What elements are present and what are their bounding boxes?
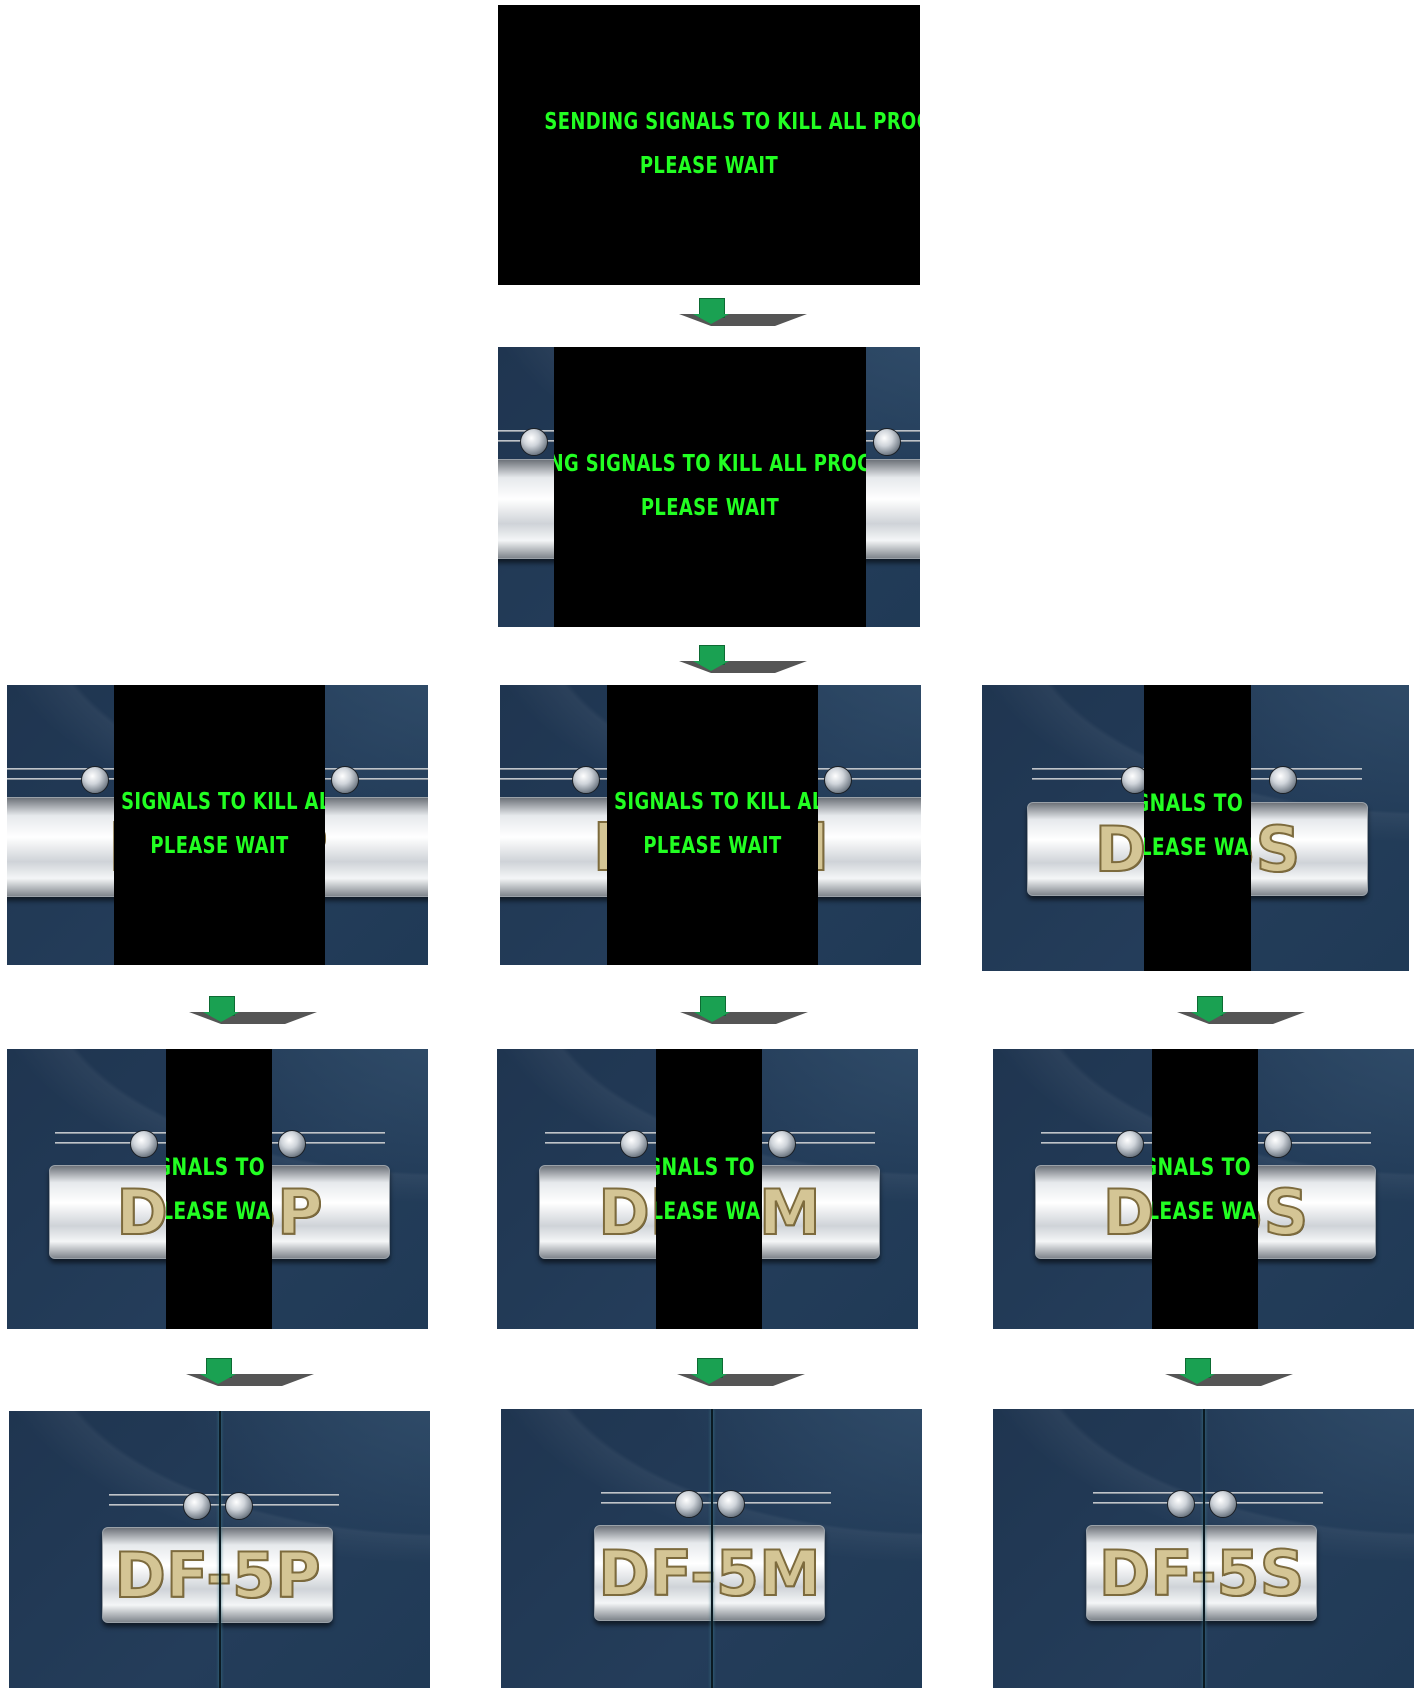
center-seam <box>1203 1409 1205 1688</box>
knob-icon <box>1269 766 1297 794</box>
black-overlay: SENDING SIGNALS TO KILL ALL PROCESSES PL… <box>607 685 818 965</box>
knob-icon <box>873 428 901 456</box>
knob-icon <box>183 1492 211 1520</box>
frame-5m-stage2: DF-5M SENDING SIGNALS TO KILL ALL PROCES… <box>497 1049 918 1329</box>
model-plate: DF-5P <box>102 1527 333 1623</box>
down-arrow-icon <box>189 996 317 1026</box>
knob-icon <box>81 766 109 794</box>
frame-opening: DF-5P SENDING SIGNALS TO KILL ALL PROCES… <box>498 347 920 627</box>
knob-icon <box>824 766 852 794</box>
message-line2: PLEASE WAIT <box>1152 1197 1258 1225</box>
down-arrow-icon <box>1177 996 1305 1026</box>
down-arrow-icon <box>186 1358 314 1388</box>
black-overlay: SENDING SIGNALS TO KILL ALL PROCESSES PL… <box>114 685 325 965</box>
message-line1: SENDING SIGNALS TO KILL ALL PROCESSES <box>656 1153 762 1181</box>
message-line2: PLEASE WAIT <box>166 1197 272 1225</box>
message-line2: PLEASE WAIT <box>643 833 782 859</box>
center-seam <box>711 1409 713 1688</box>
message-line1: SENDING SIGNALS TO KILL ALL PROCESSES <box>607 789 818 815</box>
message-line1: SENDING SIGNALS TO KILL ALL PROCESSES <box>1152 1153 1258 1181</box>
frame-5m-stage1: DF-5M SENDING SIGNALS TO KILL ALL PROCES… <box>500 685 921 965</box>
message-line2: PLEASE WAIT <box>656 1197 762 1225</box>
frame-5s-stage2: DF-5S SENDING SIGNALS TO KILL ALL PROCES… <box>993 1049 1414 1329</box>
knob-icon <box>675 1490 703 1518</box>
black-overlay: SENDING SIGNALS TO KILL ALL PROCESSES PL… <box>656 1049 762 1329</box>
black-overlay: SENDING SIGNALS TO KILL ALL PROCESSES PL… <box>1152 1049 1258 1329</box>
center-seam <box>219 1411 221 1688</box>
down-arrow-icon <box>679 298 807 328</box>
message-line1: SENDING SIGNALS TO KILL ALL PROCESSES <box>544 109 920 135</box>
knob-icon <box>572 766 600 794</box>
knob-icon <box>1167 1490 1195 1518</box>
knob-icon <box>768 1130 796 1158</box>
message-line1: SENDING SIGNALS TO KILL ALL PROCESSES <box>166 1153 272 1181</box>
knob-icon <box>225 1492 253 1520</box>
black-overlay: SENDING SIGNALS TO KILL ALL PROCESSES PL… <box>166 1049 272 1329</box>
frame-5p-final: DF-5P <box>9 1411 430 1688</box>
down-arrow-icon <box>1165 1358 1293 1388</box>
message-line2: PLEASE WAIT <box>639 153 779 179</box>
knob-icon <box>1116 1130 1144 1158</box>
message-line1: SENDING SIGNALS TO KILL ALL PROCESSES <box>1144 789 1251 817</box>
rail <box>1093 1502 1323 1504</box>
frame-initial: SENDING SIGNALS TO KILL ALL PROCESSES PL… <box>498 5 920 285</box>
down-arrow-icon <box>679 645 807 675</box>
rail <box>1093 1492 1323 1494</box>
knob-icon <box>331 766 359 794</box>
down-arrow-icon <box>680 996 808 1026</box>
knob-icon <box>717 1490 745 1518</box>
message-line1: SENDING SIGNALS TO KILL ALL PROCESSES <box>114 789 325 815</box>
message-line2: PLEASE WAIT <box>150 833 289 859</box>
rail <box>601 1492 831 1494</box>
rail <box>109 1504 339 1506</box>
knob-icon <box>520 428 548 456</box>
frame-5s-final: DF-5S <box>993 1409 1414 1688</box>
black-overlay: SENDING SIGNALS TO KILL ALL PROCESSES PL… <box>1144 685 1251 971</box>
frame-5s-stage1: DF-5S SENDING SIGNALS TO KILL ALL PROCES… <box>982 685 1409 971</box>
black-overlay: SENDING SIGNALS TO KILL ALL PROCESSES PL… <box>554 347 866 627</box>
model-plate: DF-5S <box>1086 1525 1317 1621</box>
knob-icon <box>620 1130 648 1158</box>
frame-5p-stage1: DF-5P SENDING SIGNALS TO KILL ALL PROCES… <box>7 685 428 965</box>
message-line2: PLEASE WAIT <box>1144 833 1251 861</box>
frame-5p-stage2: DF-5P SENDING SIGNALS TO KILL ALL PROCES… <box>7 1049 428 1329</box>
message-line2: PLEASE WAIT <box>640 495 780 521</box>
knob-icon <box>1264 1130 1292 1158</box>
message-line1: SENDING SIGNALS TO KILL ALL PROCESSES <box>554 451 866 477</box>
model-plate: DF-5M <box>594 1525 825 1621</box>
knob-icon <box>278 1130 306 1158</box>
knob-icon <box>1209 1490 1237 1518</box>
down-arrow-icon <box>677 1358 805 1388</box>
knob-icon <box>130 1130 158 1158</box>
frame-5m-final: DF-5M <box>501 1409 922 1688</box>
rail <box>601 1502 831 1504</box>
rail <box>109 1494 339 1496</box>
